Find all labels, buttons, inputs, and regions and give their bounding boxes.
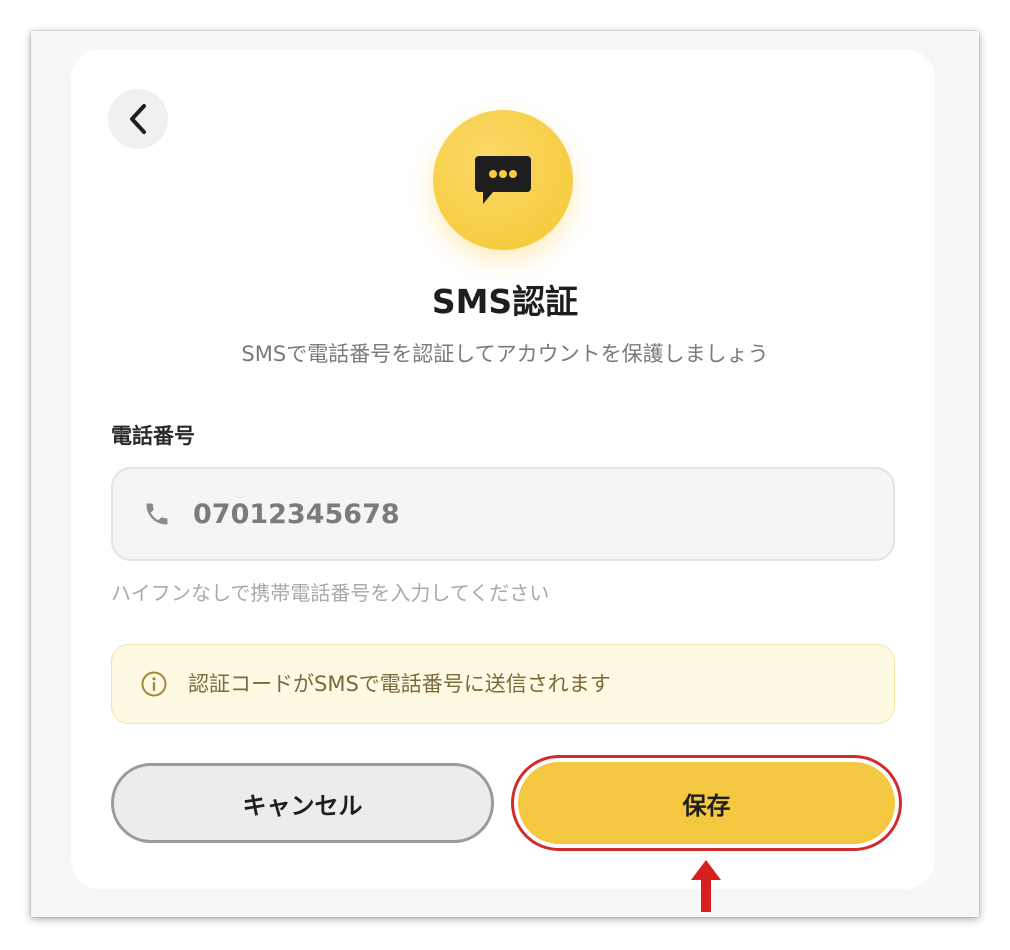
page-subtitle: SMSで電話番号を認証してアカウントを保護しましょう (241, 342, 769, 366)
phone-field[interactable] (111, 467, 895, 561)
info-message: 認証コードがSMSで電話番号に送信されます (188, 672, 611, 696)
back-button[interactable] (108, 89, 168, 149)
save-button[interactable]: 保存 (518, 762, 895, 844)
chevron-left-icon (130, 104, 146, 134)
phone-number-input[interactable] (193, 489, 793, 539)
info-notice: 認証コードがSMSで電話番号に送信されます (111, 644, 895, 724)
info-icon (140, 670, 168, 698)
chat-bubble-icon (475, 156, 531, 204)
sms-hero-badge (433, 110, 573, 250)
up-arrow-icon (691, 860, 721, 912)
phone-icon (143, 500, 171, 528)
cancel-button[interactable]: キャンセル (111, 763, 494, 843)
page-title: SMS認証 (431, 282, 579, 321)
phone-helper-text: ハイフンなしで携帯電話番号を入力してください (111, 581, 550, 605)
phone-field-label: 電話番号 (111, 424, 195, 448)
